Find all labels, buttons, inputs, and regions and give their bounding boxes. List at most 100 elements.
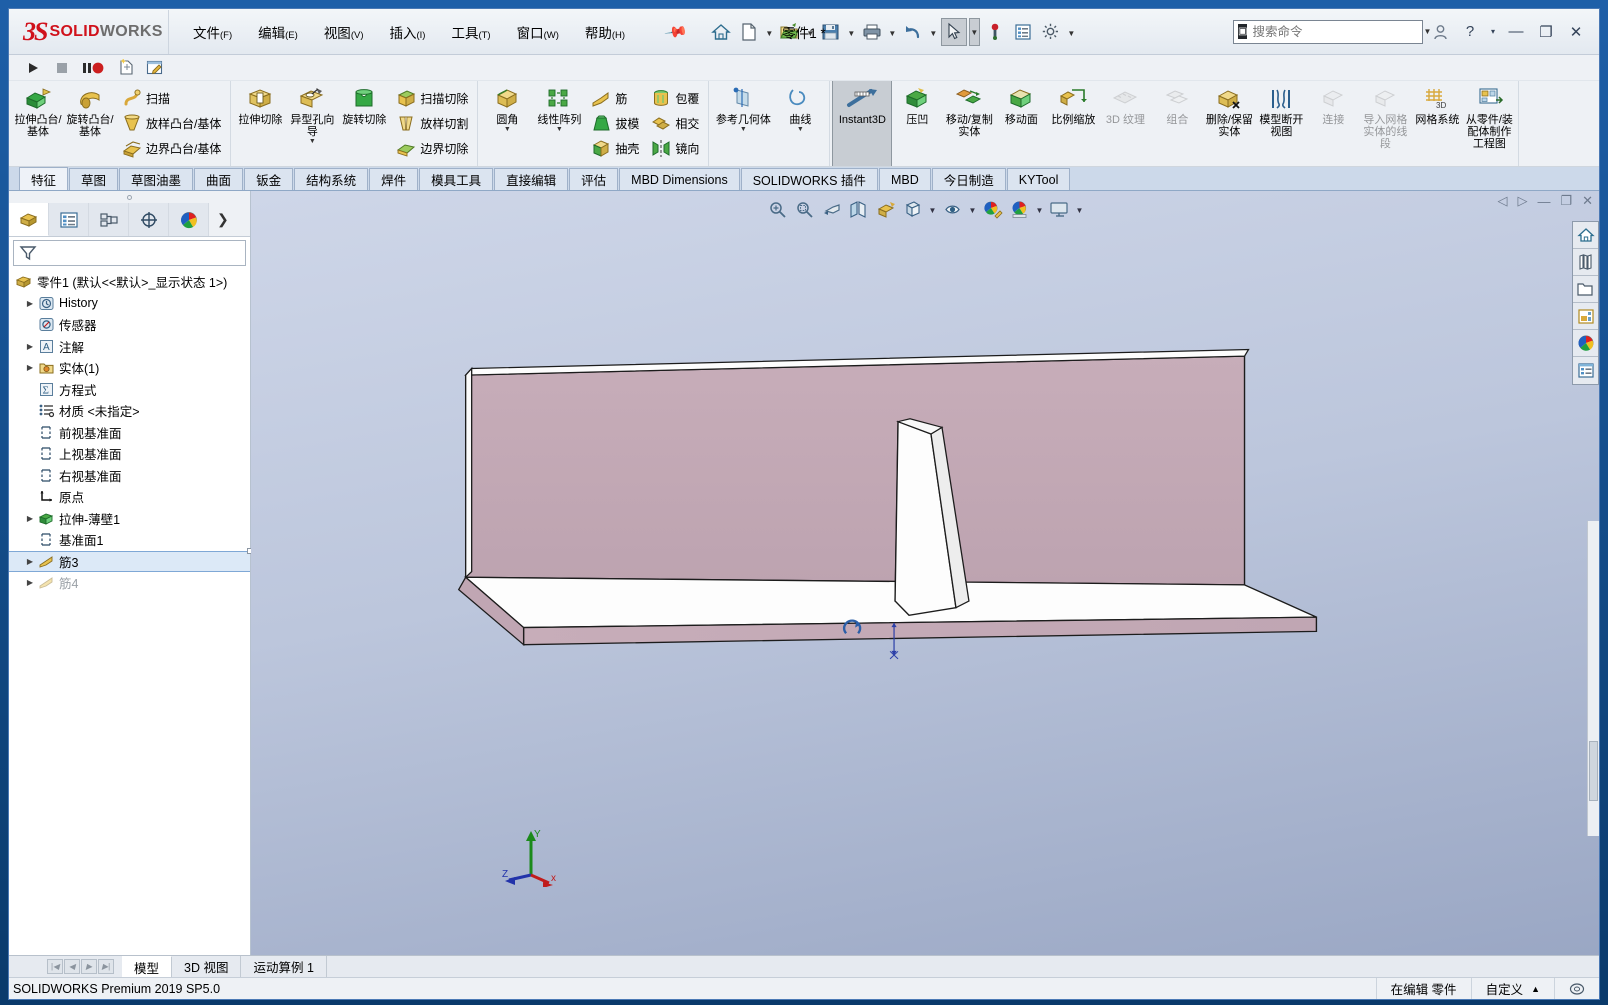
appearance-sphere-icon[interactable] bbox=[1573, 330, 1598, 357]
macro-new-icon[interactable] bbox=[116, 58, 136, 78]
loft-cut-button[interactable]: 放样切割 bbox=[392, 111, 472, 136]
tree-item-extrude-thin1[interactable]: ▶ 拉伸-薄壁1 bbox=[9, 508, 250, 530]
appearances-library-icon[interactable] bbox=[1573, 303, 1598, 330]
draft-button[interactable]: 拔模 bbox=[587, 111, 643, 136]
tree-item-front-plane[interactable]: 前视基准面 bbox=[9, 422, 250, 444]
save-icon[interactable] bbox=[818, 18, 844, 46]
tab-weldments[interactable]: 焊件 bbox=[369, 168, 419, 190]
restore-doc-icon[interactable]: ❐ bbox=[1560, 193, 1572, 209]
previous-view-icon[interactable] bbox=[819, 197, 844, 221]
dimxpert-manager-tab[interactable] bbox=[129, 203, 169, 236]
expand-arrow-icon[interactable]: ▶ bbox=[23, 361, 37, 375]
search-command-box[interactable]: ▣ ▼ bbox=[1233, 19, 1431, 44]
extrude-cut-button[interactable]: 拉伸切除 bbox=[234, 81, 286, 166]
tab-sketch[interactable]: 草图 bbox=[69, 168, 119, 190]
tab-surfaces[interactable]: 曲面 bbox=[194, 168, 244, 190]
maximize-window-button[interactable]: ❐ bbox=[1533, 19, 1559, 45]
reference-geometry-caret-icon[interactable]: ▼ bbox=[740, 126, 747, 133]
close-doc-icon[interactable]: ✕ bbox=[1582, 193, 1593, 209]
display-pane-icon[interactable] bbox=[1573, 249, 1598, 276]
display-style-icon[interactable] bbox=[900, 197, 925, 221]
custom-properties-icon[interactable] bbox=[1573, 357, 1598, 384]
zoom-to-fit-icon[interactable] bbox=[765, 197, 790, 221]
fillet-caret-icon[interactable]: ▼ bbox=[504, 126, 511, 133]
status-units[interactable]: 自定义 ▲ bbox=[1470, 978, 1554, 999]
tree-item-right-plane[interactable]: 右视基准面 bbox=[9, 465, 250, 487]
tab-mold-tools[interactable]: 模具工具 bbox=[419, 168, 494, 190]
hole-wizard-caret-icon[interactable]: ▼ bbox=[309, 138, 316, 145]
move-face-button[interactable]: 移动面 bbox=[995, 81, 1047, 166]
view-settings-icon[interactable] bbox=[1047, 197, 1072, 221]
tab-sketch-ink[interactable]: 草图油墨 bbox=[119, 168, 194, 190]
zoom-to-area-icon[interactable] bbox=[792, 197, 817, 221]
tree-item-rib4[interactable]: ▶ 筋4 bbox=[9, 572, 250, 594]
intersect-button[interactable]: 相交 bbox=[647, 111, 703, 136]
hole-wizard-button[interactable]: 异型孔向导 ▼ bbox=[286, 81, 338, 166]
tab-sheet-metal[interactable]: 钣金 bbox=[244, 168, 294, 190]
panel-grip[interactable] bbox=[9, 191, 250, 203]
expand-arrow-icon[interactable]: ▶ bbox=[23, 296, 37, 310]
view-orientation-icon[interactable] bbox=[873, 197, 898, 221]
expand-arrow-icon[interactable]: ▶ bbox=[23, 339, 37, 353]
extrude-boss-button[interactable]: 拉伸凸台/基体 bbox=[12, 81, 64, 166]
save-caret-icon[interactable]: ▼ bbox=[846, 18, 857, 46]
tab-manufacture-today[interactable]: 今日制造 bbox=[931, 168, 1006, 190]
mesh-system-button[interactable]: 3D 网格系统 bbox=[1411, 81, 1463, 166]
tab-mbd[interactable]: MBD bbox=[878, 168, 931, 190]
graphics-vertical-scrollbar[interactable] bbox=[1587, 521, 1599, 836]
menu-insert[interactable]: 插入(I) bbox=[387, 19, 427, 45]
macro-stop-icon[interactable] bbox=[52, 58, 72, 78]
open-folder-icon[interactable] bbox=[777, 18, 803, 46]
menu-edit[interactable]: 编辑(E) bbox=[256, 19, 300, 45]
macro-edit-icon[interactable] bbox=[145, 58, 165, 78]
undo-caret-icon[interactable]: ▼ bbox=[928, 18, 939, 46]
select-cursor-caret-icon[interactable]: ▼ bbox=[968, 17, 980, 46]
macro-pause-record-icon[interactable] bbox=[81, 58, 107, 78]
linear-pattern-button[interactable]: 线性阵列 ▼ bbox=[533, 81, 585, 166]
menu-window[interactable]: 窗口(W) bbox=[515, 19, 561, 45]
tree-item-rib3[interactable]: ▶ 筋3 bbox=[9, 550, 250, 572]
manager-tabs-more-icon[interactable]: ❯ bbox=[209, 203, 250, 236]
status-units-caret-icon[interactable]: ▲ bbox=[1531, 984, 1540, 994]
apply-scene-caret-icon[interactable]: ▼ bbox=[1034, 197, 1045, 221]
section-view-icon[interactable] bbox=[846, 197, 871, 221]
graphics-area[interactable]: ▼ ▼ ▼ ▼ ◁ ▷ — ❐ ✕ Y Z x bbox=[251, 191, 1599, 955]
import-mesh-segment-button[interactable]: 导入网格实体的线段 bbox=[1359, 81, 1411, 166]
help-button[interactable]: ? bbox=[1457, 19, 1483, 45]
gear-settings-icon[interactable] bbox=[1038, 18, 1064, 46]
model-break-view-button[interactable]: 模型断开视图 bbox=[1255, 81, 1307, 166]
make-drawing-button[interactable]: 从零件/装配体制作工程图 bbox=[1463, 81, 1515, 166]
scroll-left-icon[interactable]: ◁ bbox=[1497, 193, 1507, 209]
bottom-tab-3d-views[interactable]: 3D 视图 bbox=[172, 956, 242, 977]
curves-caret-icon[interactable]: ▼ bbox=[797, 126, 804, 133]
rib-button[interactable]: 筋 bbox=[587, 86, 643, 111]
options-list-icon[interactable] bbox=[1010, 18, 1036, 46]
search-input[interactable] bbox=[1252, 24, 1414, 39]
hide-show-items-caret-icon[interactable]: ▼ bbox=[967, 197, 978, 221]
feature-manager-tab[interactable] bbox=[9, 203, 49, 236]
print-icon[interactable] bbox=[859, 18, 885, 46]
curves-button[interactable]: 曲线 ▼ bbox=[774, 81, 826, 166]
property-manager-tab[interactable] bbox=[49, 203, 89, 236]
close-window-button[interactable]: ✕ bbox=[1563, 19, 1589, 45]
reference-geometry-button[interactable]: 参考几何体 ▼ bbox=[712, 81, 774, 166]
rebuild-icon[interactable] bbox=[982, 18, 1008, 46]
tree-item-origin[interactable]: 原点 bbox=[9, 486, 250, 508]
tab-evaluate[interactable]: 评估 bbox=[569, 168, 619, 190]
tab-features[interactable]: 特征 bbox=[19, 167, 69, 190]
linear-pattern-caret-icon[interactable]: ▼ bbox=[556, 126, 563, 133]
display-style-caret-icon[interactable]: ▼ bbox=[927, 197, 938, 221]
scroll-right-icon[interactable]: ▷ bbox=[1517, 193, 1527, 209]
prev-tab-icon[interactable]: ◀ bbox=[64, 959, 80, 974]
tab-structure-system[interactable]: 结构系统 bbox=[294, 168, 369, 190]
tab-mbd-dimensions[interactable]: MBD Dimensions bbox=[619, 168, 740, 190]
tree-item-equations[interactable]: Σ 方程式 bbox=[9, 379, 250, 401]
menu-file[interactable]: 文件(F) bbox=[191, 19, 234, 45]
bottom-tab-motion-study[interactable]: 运动算例 1 bbox=[241, 956, 327, 977]
fillet-button[interactable]: 圆角 ▼ bbox=[481, 81, 533, 166]
delete-keep-body-button[interactable]: 删除/保留实体 bbox=[1203, 81, 1255, 166]
tree-item-history[interactable]: ▶ History bbox=[9, 293, 250, 315]
expand-arrow-icon[interactable]: ▶ bbox=[23, 576, 37, 590]
next-tab-icon[interactable]: ▶ bbox=[81, 959, 97, 974]
join-button[interactable]: 连接 bbox=[1307, 81, 1359, 166]
